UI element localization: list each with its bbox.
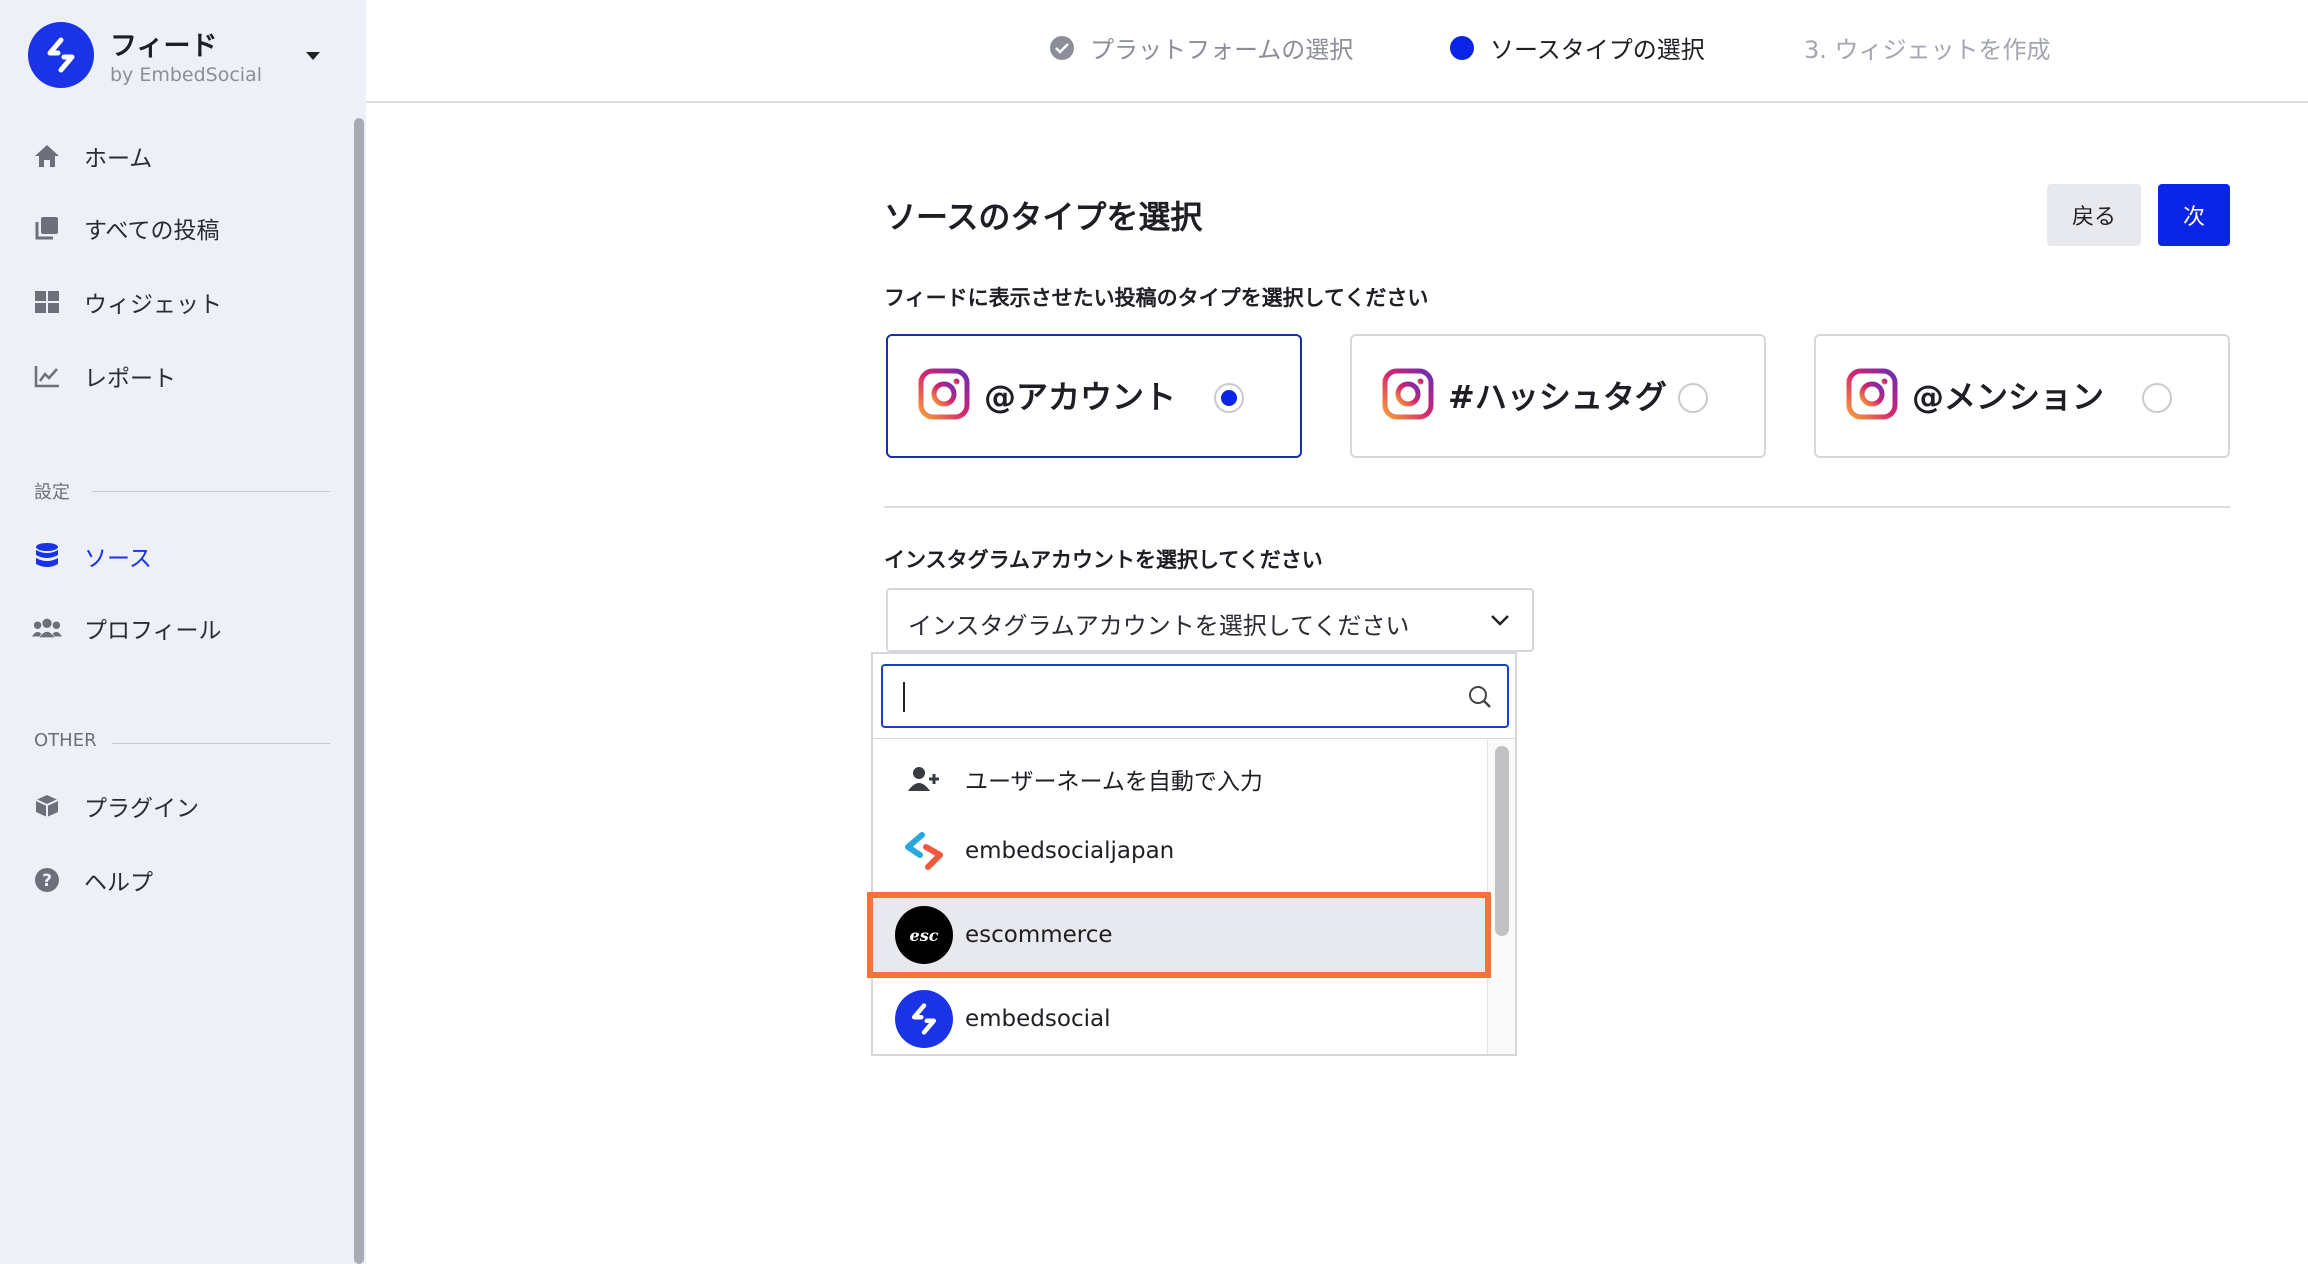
add-user-icon [895,750,953,808]
sidebar-item-label: プラグイン [84,796,199,822]
users-icon [32,613,62,643]
type-card-account[interactable]: @アカウント [886,334,1302,458]
brand-switcher[interactable]: フィード by EmbedSocial [28,22,348,92]
step-source-type[interactable]: ソースタイプの選択 [1450,30,1705,65]
type-prompt: フィードに表示させたい投稿のタイプを選択してください [884,286,1429,310]
sidebar-item-reports[interactable]: レポート [32,354,176,398]
divider [884,506,2230,508]
brand-title: フィード [110,31,218,62]
widgets-icon [32,287,62,317]
sidebar-item-posts[interactable]: すべての投稿 [32,206,219,250]
sidebar-item-label: ソース [84,546,152,572]
current-step-dot-icon [1450,35,1474,60]
settings-heading: 設定 [34,482,70,503]
step-label: 3. ウィジェットを作成 [1804,36,2051,64]
box-icon [32,791,62,821]
dropdown-scrollbar-thumb[interactable] [1495,746,1509,936]
account-dropdown: ユーザーネームを自動で入力 embedsocialjapan esc escom… [871,652,1517,1056]
type-label: #ハッシュタグ [1448,378,1667,416]
step-platform[interactable]: プラットフォームの選択 [1050,30,1353,65]
account-prompt: インスタグラムアカウントを選択してください [884,548,1323,572]
chart-icon [32,361,62,391]
divider [112,743,330,744]
text-cursor [903,682,905,712]
page-title: ソースのタイプを選択 [884,198,1203,236]
check-icon [1050,35,1074,60]
sidebar-item-label: すべての投稿 [84,218,220,244]
search-input[interactable] [881,664,1509,728]
other-heading: OTHER [34,730,97,751]
sidebar-item-home[interactable]: ホーム [32,134,152,178]
instagram-account-select[interactable]: インスタグラムアカウントを選択してください [886,588,1534,652]
help-icon: ? [32,865,62,895]
option-auto-username[interactable]: ユーザーネームを自動で入力 [873,742,1485,816]
sidebar-item-profile[interactable]: プロフィール [32,606,222,650]
type-label: @アカウント [984,378,1177,416]
next-button[interactable]: 次 [2158,184,2230,246]
type-card-mention[interactable]: @メンション [1814,334,2230,458]
home-icon [32,141,62,171]
option-embedsocial[interactable]: embedsocial [873,982,1485,1056]
stepper: プラットフォームの選択 ソースタイプの選択 3. ウィジェットを作成 [366,0,2308,103]
step-create-widget[interactable]: 3. ウィジェットを作成 [1804,30,2051,65]
step-label: プラットフォームの選択 [1090,36,1354,64]
instagram-icon [1846,368,1898,420]
option-embedsocialjapan[interactable]: embedsocialjapan [873,814,1485,888]
embedsocial-logo-icon [895,822,953,880]
sidebar-item-label: ヘルプ [84,870,153,896]
divider [92,491,330,492]
sidebar-item-plugins[interactable]: プラグイン [32,784,199,828]
divider [873,738,1515,739]
sidebar-item-sources[interactable]: ソース [32,534,152,578]
sidebar-item-label: レポート [84,366,176,392]
option-label: embedsocial [965,1006,1111,1032]
radio-hashtag[interactable] [1678,383,1708,413]
type-label: @メンション [1912,378,2105,416]
sidebar-item-help[interactable]: ? ヘルプ [32,858,153,902]
radio-account[interactable] [1214,383,1244,413]
sidebar-item-label: プロフィール [84,618,222,644]
instagram-icon [918,368,970,420]
chevron-down-icon [1491,615,1509,626]
embedsocial-circle-icon [895,990,953,1048]
instagram-icon [1382,368,1434,420]
posts-icon [32,213,62,243]
step-label: ソースタイプの選択 [1490,36,1705,64]
brand-subtitle: by EmbedSocial [110,64,262,86]
select-placeholder: インスタグラムアカウントを選択してください [908,612,1410,640]
sidebar-item-label: ウィジェット [84,292,222,318]
sidebar-item-label: ホーム [84,146,153,172]
caret-down-icon[interactable] [306,52,320,60]
back-button[interactable]: 戻る [2047,184,2141,246]
type-card-hashtag[interactable]: #ハッシュタグ [1350,334,1766,458]
radio-mention[interactable] [2142,383,2172,413]
option-label: embedsocialjapan [965,838,1175,864]
highlight-annotation [867,892,1491,978]
sidebar: フィード by EmbedSocial ホーム すべての投稿 ウィジェット レポ… [0,0,366,1264]
search-icon [1469,686,1491,708]
database-icon [32,541,62,571]
option-label: ユーザーネームを自動で入力 [965,769,1263,795]
sidebar-scrollbar[interactable] [354,118,364,1264]
sidebar-item-widgets[interactable]: ウィジェット [32,280,222,324]
embedsocial-logo-icon [28,22,94,88]
svg-text:?: ? [42,871,52,891]
